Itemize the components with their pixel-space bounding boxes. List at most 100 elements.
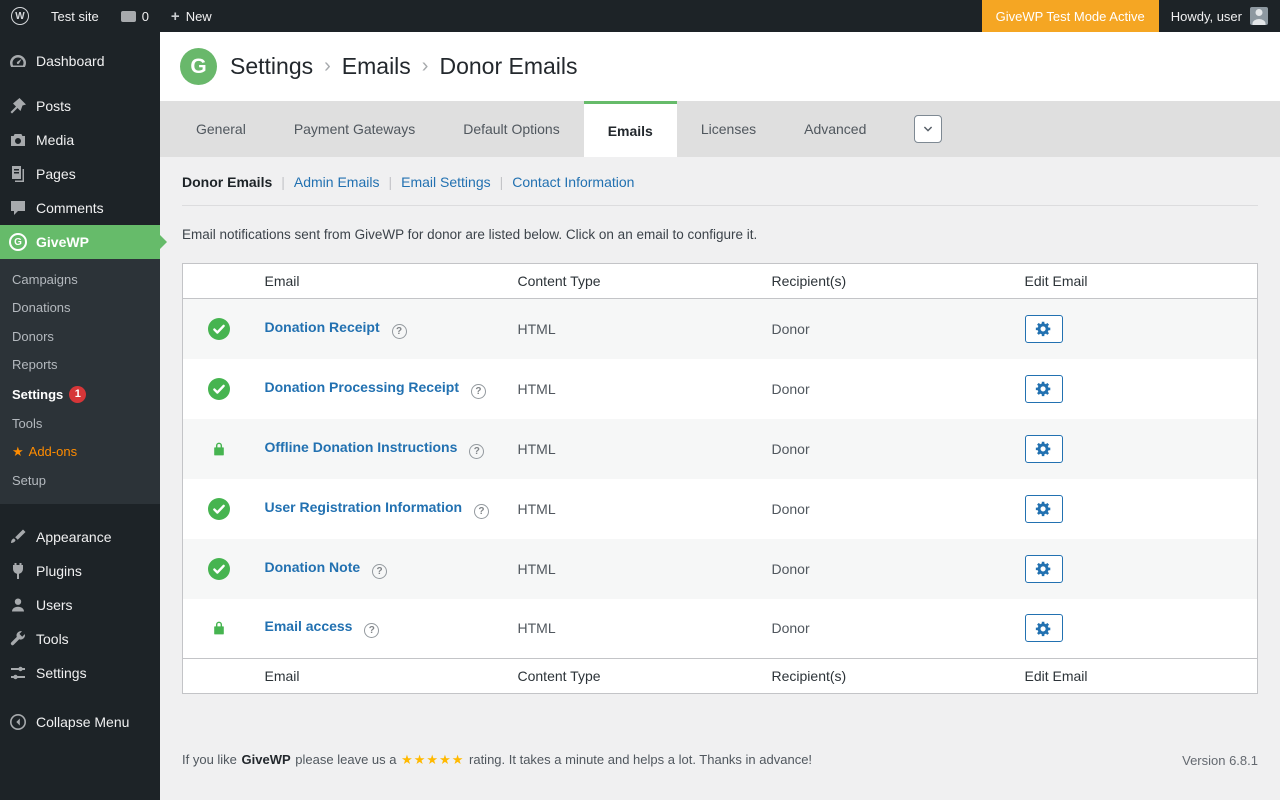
site-name-label: Test site xyxy=(51,9,99,24)
givewp-test-mode-badge[interactable]: GiveWP Test Mode Active xyxy=(982,0,1159,32)
status-column-footer xyxy=(183,659,255,694)
help-icon[interactable]: ? xyxy=(471,384,486,399)
submenu-item-reports[interactable]: Reports xyxy=(0,351,160,379)
sidebar-item-label: Collapse Menu xyxy=(36,714,129,730)
edit-email-button[interactable] xyxy=(1025,315,1063,343)
status-column-header xyxy=(183,264,255,299)
email-name-link[interactable]: Offline Donation Instructions xyxy=(265,439,458,455)
submenu-item-tools[interactable]: Tools xyxy=(0,410,160,438)
help-icon[interactable]: ? xyxy=(469,444,484,459)
edit-email-button[interactable] xyxy=(1025,495,1063,523)
sidebar-item-collapse-menu[interactable]: Collapse Menu xyxy=(0,705,160,739)
chevron-down-icon xyxy=(920,121,936,137)
rating-text: If you like GiveWP please leave us a ★★★… xyxy=(182,752,813,768)
sidebar-item-dashboard[interactable]: Dashboard xyxy=(0,44,160,78)
subnav-divider: | xyxy=(281,174,285,190)
admin-footer: If you like GiveWP please leave us a ★★★… xyxy=(160,752,1280,768)
enabled-status-icon xyxy=(208,378,230,400)
table-row: Donation Receipt ? HTML Donor xyxy=(183,299,1258,359)
submenu-item-campaigns[interactable]: Campaigns xyxy=(0,266,160,294)
submenu-item-settings[interactable]: Settings 1 xyxy=(0,379,160,410)
sidebar-item-pages[interactable]: Pages xyxy=(0,157,160,191)
sidebar-item-appearance[interactable]: Appearance xyxy=(0,520,160,554)
email-name-link[interactable]: Email access xyxy=(265,618,353,634)
enabled-status-icon xyxy=(208,498,230,520)
tab-licenses[interactable]: Licenses xyxy=(677,101,780,157)
more-tabs-button[interactable] xyxy=(914,115,942,143)
help-icon[interactable]: ? xyxy=(372,564,387,579)
wp-logo-menu[interactable]: W xyxy=(0,0,40,32)
new-content-menu[interactable]: + New xyxy=(160,0,223,32)
sidebar-item-users[interactable]: Users xyxy=(0,588,160,622)
content-type-column-footer: Content Type xyxy=(508,659,762,694)
edit-email-column-header: Edit Email xyxy=(1015,264,1258,299)
email-name-link[interactable]: User Registration Information xyxy=(265,499,463,515)
submenu-item-setup[interactable]: Setup xyxy=(0,467,160,495)
sidebar-item-comments[interactable]: Comments xyxy=(0,191,160,225)
dashboard-icon xyxy=(8,51,28,71)
menu-separator xyxy=(0,504,160,520)
sidebar-item-plugins[interactable]: Plugins xyxy=(0,554,160,588)
submenu-item-donors[interactable]: Donors xyxy=(0,323,160,351)
lock-status-icon xyxy=(211,439,227,455)
subnav-contact-information[interactable]: Contact Information xyxy=(512,174,634,190)
edit-email-button[interactable] xyxy=(1025,555,1063,583)
appearance-icon xyxy=(8,527,28,547)
tab-advanced[interactable]: Advanced xyxy=(780,101,890,157)
site-name-link[interactable]: Test site xyxy=(40,0,110,32)
sidebar-item-posts[interactable]: Posts xyxy=(0,89,160,123)
gear-icon xyxy=(1035,500,1052,517)
email-name-link[interactable]: Donation Processing Receipt xyxy=(265,379,459,395)
help-icon[interactable]: ? xyxy=(474,504,489,519)
enabled-status-icon xyxy=(208,558,230,580)
gear-icon xyxy=(1035,620,1052,637)
help-icon[interactable]: ? xyxy=(392,324,407,339)
sidebar-item-tools[interactable]: Tools xyxy=(0,622,160,656)
version-label: Version 6.8.1 xyxy=(1182,753,1258,768)
givewp-logo: G xyxy=(180,48,217,85)
breadcrumb-separator: › xyxy=(422,55,429,78)
subnav-email-settings[interactable]: Email Settings xyxy=(401,174,490,190)
subnav-admin-emails[interactable]: Admin Emails xyxy=(294,174,380,190)
table-footer-row: Email Content Type Recipient(s) Edit Ema… xyxy=(183,659,1258,694)
edit-email-button[interactable] xyxy=(1025,614,1063,642)
recipient-cell: Donor xyxy=(762,479,1015,539)
breadcrumb-settings: Settings xyxy=(230,53,313,80)
table-row: Offline Donation Instructions ? HTML Don… xyxy=(183,419,1258,479)
tab-default-options[interactable]: Default Options xyxy=(439,101,584,157)
sidebar-item-givewp[interactable]: G GiveWP xyxy=(0,225,160,259)
content-type-column-header: Content Type xyxy=(508,264,762,299)
content-type-cell: HTML xyxy=(508,299,762,359)
admin-bar-right: GiveWP Test Mode Active Howdy, user xyxy=(982,0,1280,32)
recipient-cell: Donor xyxy=(762,359,1015,419)
tab-emails[interactable]: Emails xyxy=(584,101,677,157)
submenu-item-donations[interactable]: Donations xyxy=(0,294,160,322)
sidebar-item-label: Appearance xyxy=(36,529,112,545)
sidebar-item-media[interactable]: Media xyxy=(0,123,160,157)
media-icon xyxy=(8,130,28,150)
pages-icon xyxy=(8,164,28,184)
table-row: Email access ? HTML Donor xyxy=(183,599,1258,659)
lock-status-icon xyxy=(211,619,227,635)
email-name-link[interactable]: Donation Receipt xyxy=(265,319,380,335)
account-menu[interactable]: Howdy, user xyxy=(1159,0,1280,32)
edit-email-button[interactable] xyxy=(1025,375,1063,403)
tab-general[interactable]: General xyxy=(172,101,270,157)
gear-icon xyxy=(1035,380,1052,397)
submenu-item-addons[interactable]: ★ Add-ons xyxy=(0,438,160,466)
comments-link[interactable]: 0 xyxy=(110,0,160,32)
plus-icon: + xyxy=(171,9,180,24)
sidebar-item-label: Settings xyxy=(36,665,87,681)
edit-email-button[interactable] xyxy=(1025,435,1063,463)
posts-icon xyxy=(8,96,28,116)
recipients-column-footer: Recipient(s) xyxy=(762,659,1015,694)
help-icon[interactable]: ? xyxy=(364,623,379,638)
settings-tabs: General Payment Gateways Default Options… xyxy=(160,101,1280,157)
sidebar-item-label: Tools xyxy=(36,631,69,647)
tools-icon xyxy=(8,629,28,649)
email-name-link[interactable]: Donation Note xyxy=(265,559,361,575)
sidebar-item-settings[interactable]: Settings xyxy=(0,656,160,690)
tab-payment-gateways[interactable]: Payment Gateways xyxy=(270,101,439,157)
subnav-donor-emails[interactable]: Donor Emails xyxy=(182,174,272,190)
subnav-divider: | xyxy=(500,174,504,190)
